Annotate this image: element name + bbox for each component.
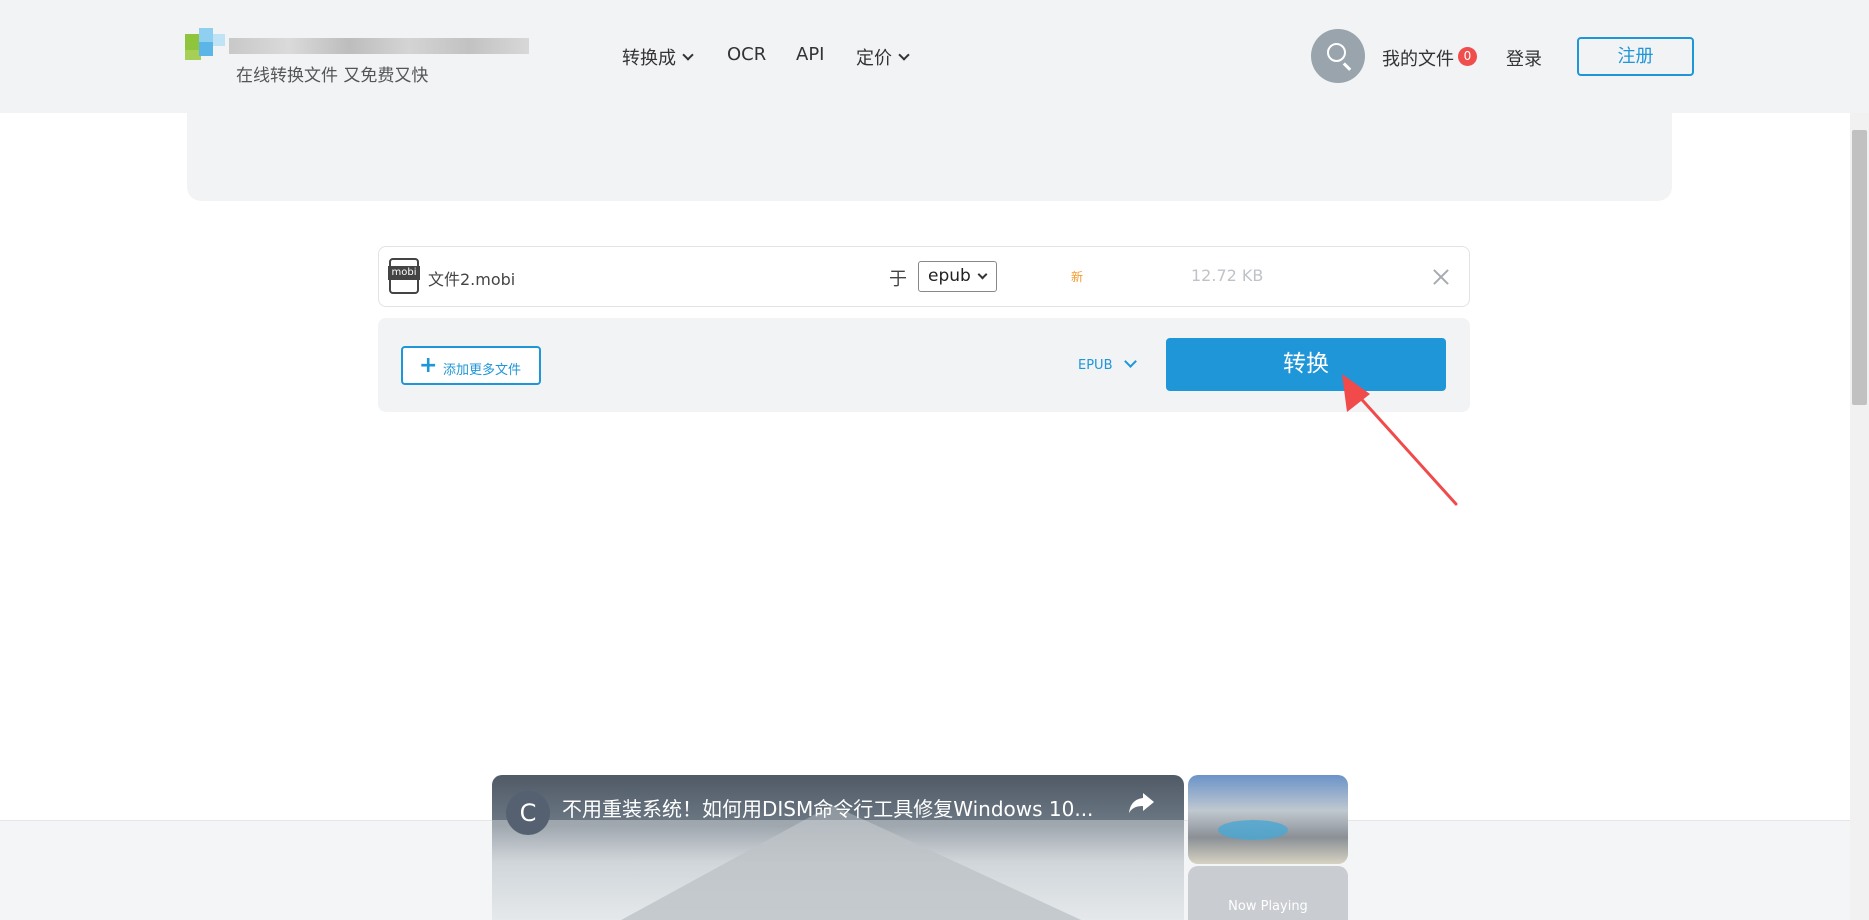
- nav-pricing[interactable]: 定价: [856, 44, 910, 70]
- login-link[interactable]: 登录: [1506, 45, 1542, 71]
- nav-api[interactable]: API: [796, 44, 824, 65]
- plus-icon: +: [419, 353, 438, 378]
- mobi-file-icon: mobi: [388, 258, 420, 294]
- share-icon[interactable]: [1126, 787, 1156, 817]
- video-thumbnail[interactable]: [1188, 775, 1348, 864]
- search-icon: [1327, 43, 1346, 62]
- target-format-select[interactable]: epub: [918, 261, 997, 292]
- add-more-files-label: 添加更多文件: [443, 363, 522, 378]
- action-panel: + 添加更多文件 EPUB 转换: [378, 318, 1470, 412]
- channel-avatar[interactable]: C: [506, 791, 550, 835]
- batch-format-dropdown[interactable]: EPUB: [1078, 355, 1137, 373]
- chevron-down-icon: [898, 49, 910, 61]
- nav-api-label: API: [796, 44, 825, 65]
- annotation-arrow-icon: [1342, 374, 1458, 506]
- close-icon[interactable]: [1431, 267, 1451, 287]
- status-badge: 新: [1071, 270, 1084, 284]
- chevron-down-icon: [1124, 355, 1137, 368]
- nav-pricing-label: 定价: [856, 48, 892, 69]
- nav-ocr[interactable]: OCR: [727, 44, 766, 65]
- site-header: 在线转换文件 又免费又快 转换成 OCR API 定价 我的文件 0 登录 注册: [0, 0, 1869, 113]
- file-size: 12.72 KB: [1191, 266, 1264, 285]
- scrollbar-thumb[interactable]: [1852, 130, 1867, 405]
- target-format-value: epub: [928, 266, 971, 286]
- batch-format-label: EPUB: [1078, 358, 1113, 373]
- now-playing-thumbnail[interactable]: Now Playing: [1188, 866, 1348, 920]
- video-title[interactable]: 不用重装系统！如何用DISM命令行工具修复Windows 10...: [562, 793, 1102, 822]
- site-tagline: 在线转换文件 又免费又快: [236, 66, 429, 86]
- file-name: 文件2.mobi: [428, 270, 516, 289]
- chevron-down-icon: [682, 49, 694, 61]
- register-button[interactable]: 注册: [1577, 37, 1694, 76]
- my-files-link[interactable]: 我的文件: [1382, 45, 1454, 71]
- add-more-files-button[interactable]: + 添加更多文件: [401, 346, 541, 385]
- nav-ocr-label: OCR: [727, 44, 767, 65]
- nav-convert-to-label: 转换成: [622, 48, 676, 69]
- my-files-count-badge: 0: [1458, 47, 1477, 66]
- now-playing-label: Now Playing: [1228, 899, 1308, 914]
- upload-panel: [187, 113, 1672, 201]
- site-logo[interactable]: [185, 28, 533, 64]
- file-type-tag: mobi: [388, 266, 420, 280]
- video-player[interactable]: C 不用重装系统！如何用DISM命令行工具修复Windows 10...: [492, 775, 1184, 920]
- nav-convert-to[interactable]: 转换成: [622, 44, 694, 70]
- to-label: 于: [889, 269, 907, 290]
- search-button[interactable]: [1311, 29, 1365, 83]
- file-row: mobi 文件2.mobi 于 epub 新 12.72 KB: [378, 246, 1470, 307]
- chevron-down-icon: [977, 269, 988, 280]
